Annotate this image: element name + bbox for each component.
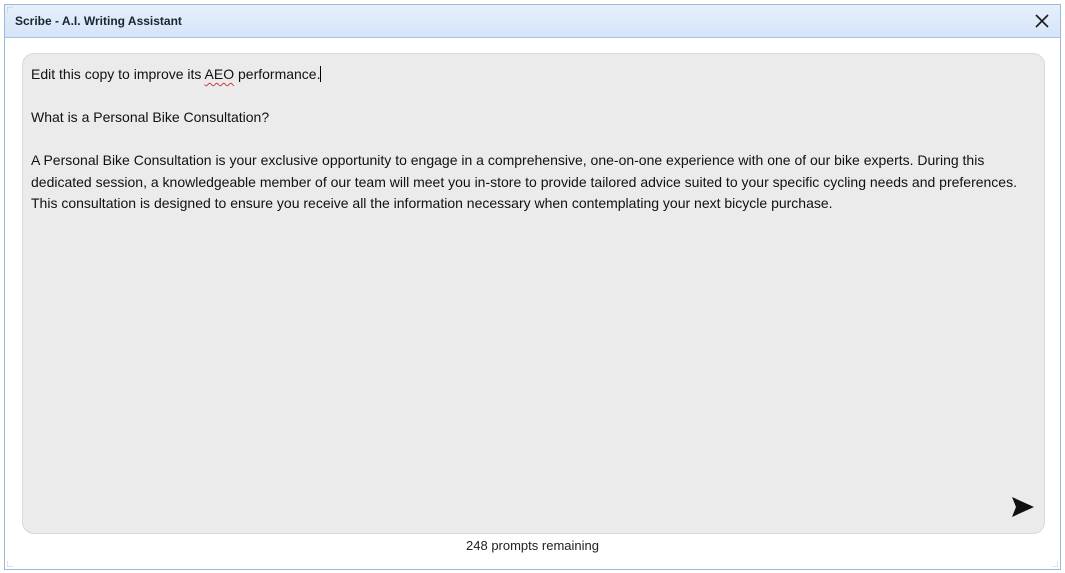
copy-body: A Personal Bike Consultation is your exc… bbox=[31, 152, 1017, 211]
instruction-text-start: Edit this copy to improve its bbox=[31, 66, 205, 82]
resize-grip-bottom-left[interactable] bbox=[7, 561, 13, 567]
copy-heading: What is a Personal Bike Consultation? bbox=[31, 109, 270, 125]
send-icon bbox=[1012, 497, 1034, 517]
window-title: Scribe - A.I. Writing Assistant bbox=[15, 14, 182, 28]
close-icon bbox=[1035, 14, 1049, 28]
prompts-remaining: 248 prompts remaining bbox=[466, 538, 599, 553]
close-button[interactable] bbox=[1030, 9, 1054, 33]
text-caret bbox=[320, 66, 322, 82]
instruction-line: Edit this copy to improve its AEO perfor… bbox=[31, 64, 1021, 86]
editor-content[interactable]: Edit this copy to improve its AEO perfor… bbox=[31, 64, 1021, 236]
resize-grip-bottom-right[interactable] bbox=[1052, 561, 1058, 567]
title-bar: Scribe - A.I. Writing Assistant bbox=[5, 5, 1060, 38]
resize-grip-top-left[interactable] bbox=[7, 7, 13, 13]
scribe-window: Scribe - A.I. Writing Assistant Edit thi… bbox=[4, 4, 1061, 570]
spellcheck-flagged-word: AEO bbox=[204, 66, 235, 82]
instruction-text-end: performance. bbox=[234, 66, 321, 82]
prompt-editor[interactable]: Edit this copy to improve its AEO perfor… bbox=[22, 53, 1045, 534]
send-button[interactable] bbox=[1010, 495, 1036, 519]
